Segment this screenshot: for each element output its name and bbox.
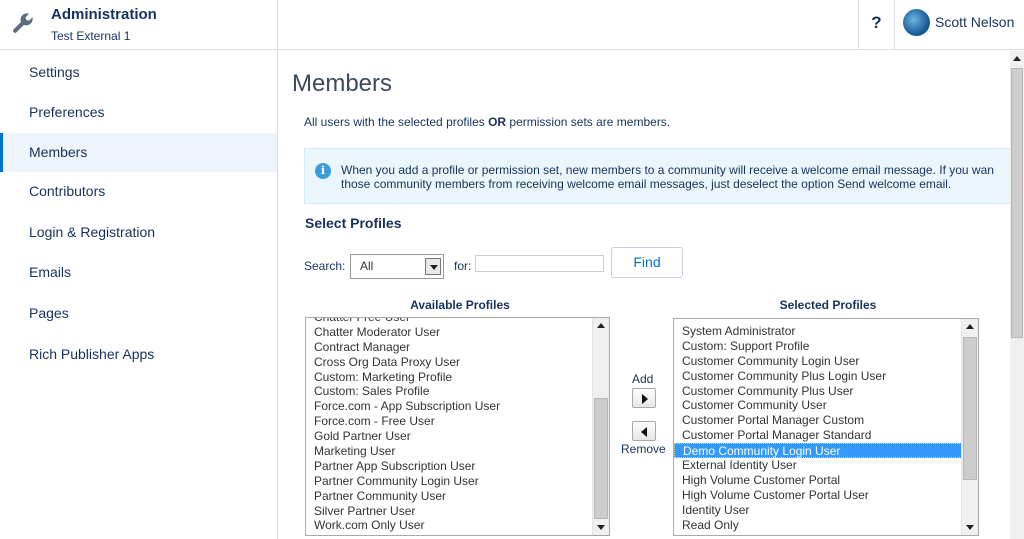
scroll-thumb[interactable] xyxy=(963,337,977,480)
scroll-up-icon[interactable] xyxy=(962,319,978,335)
sidebar-item-login-registration[interactable]: Login & Registration xyxy=(0,213,277,252)
list-item[interactable]: Custom: Support Profile xyxy=(674,339,978,354)
for-label: for: xyxy=(454,259,472,273)
list-item[interactable]: Marketing User xyxy=(306,444,609,459)
desc-text-end: permission sets are members. xyxy=(506,115,671,129)
list-item[interactable]: Force.com - Free User xyxy=(306,414,609,429)
add-label: Add xyxy=(632,372,654,386)
find-button[interactable]: Find xyxy=(611,247,683,278)
sidebar: Settings Preferences Members Contributor… xyxy=(0,51,278,539)
search-filter-value: All xyxy=(360,259,374,273)
available-profiles-list[interactable]: Chatter Free User Chatter Moderator User C… xyxy=(305,317,610,536)
list-item[interactable]: Custom: Sales Profile xyxy=(306,384,609,399)
list-item[interactable]: External Identity User xyxy=(674,458,978,473)
selected-profiles-header: Selected Profiles xyxy=(779,298,877,312)
list-item[interactable]: Contract Manager xyxy=(306,340,609,355)
list-item[interactable]: Chatter Free User xyxy=(306,318,609,325)
main-content: Members All users with the selected prof… xyxy=(279,51,1024,539)
section-title: Select Profiles xyxy=(305,215,402,231)
chevron-down-icon[interactable] xyxy=(425,258,441,275)
add-arrow-button[interactable] xyxy=(632,388,656,408)
app-title: Administration xyxy=(51,6,157,23)
scroll-down-icon[interactable] xyxy=(962,519,978,535)
scroll-up-icon[interactable] xyxy=(593,318,609,334)
avatar xyxy=(903,9,930,36)
list-item[interactable]: Customer Community Plus User xyxy=(674,384,978,399)
list-item[interactable]: Cross Org Data Proxy User xyxy=(306,355,609,370)
members-description: All users with the selected profiles OR … xyxy=(304,115,670,129)
desc-bold: OR xyxy=(488,115,507,129)
page-title: Members xyxy=(292,70,393,97)
list-item[interactable]: Customer Community User xyxy=(674,398,978,413)
list-item[interactable]: Partner Community User xyxy=(306,489,609,504)
user-name: Scott Nelson xyxy=(935,14,1015,30)
list-item[interactable]: System Administrator xyxy=(674,324,978,339)
list-item[interactable]: Work.com Only User xyxy=(306,518,609,533)
help-button[interactable]: ? xyxy=(858,0,895,50)
community-name: Test External 1 xyxy=(51,29,131,43)
list-item[interactable]: High Volume Customer Portal User xyxy=(674,488,978,503)
sidebar-item-members[interactable]: Members xyxy=(0,133,277,172)
scroll-up-icon[interactable] xyxy=(1010,51,1024,65)
info-icon: i xyxy=(315,163,331,179)
info-text-line: When you add a profile or permission set… xyxy=(341,163,994,177)
selected-profiles-list[interactable]: System Administrator Custom: Support Prof… xyxy=(673,318,979,536)
list-item[interactable]: Demo Community Login User xyxy=(674,443,978,458)
remove-arrow-button[interactable] xyxy=(632,421,656,441)
list-item[interactable]: Customer Portal Manager Custom xyxy=(674,413,978,428)
sidebar-item-rich-publisher-apps[interactable]: Rich Publisher Apps xyxy=(0,335,277,374)
page-scrollbar[interactable] xyxy=(1010,51,1024,539)
scroll-thumb[interactable] xyxy=(594,398,608,519)
list-item[interactable]: Read Only xyxy=(674,518,978,533)
sidebar-item-pages[interactable]: Pages xyxy=(0,294,277,333)
search-filter-select[interactable]: All xyxy=(350,254,444,279)
app-header: Administration Test External 1 ? Scott N… xyxy=(0,0,1024,50)
list-item[interactable]: Chatter Moderator User xyxy=(306,325,609,340)
list-item[interactable]: Identity User xyxy=(674,503,978,518)
info-banner: i When you add a profile or permission s… xyxy=(304,148,1024,204)
sidebar-item-preferences[interactable]: Preferences xyxy=(0,93,277,132)
list-item[interactable]: Partner Community Login User xyxy=(306,474,609,489)
list-item[interactable]: Customer Portal Manager Standard xyxy=(674,428,978,443)
sidebar-item-emails[interactable]: Emails xyxy=(0,253,277,292)
wrench-icon xyxy=(13,13,33,33)
list-item[interactable]: Partner App Subscription User xyxy=(306,459,609,474)
list-item[interactable]: High Volume Customer Portal xyxy=(674,473,978,488)
remove-label: Remove xyxy=(621,442,666,456)
info-text: When you add a profile or permission set… xyxy=(341,163,1021,191)
available-profiles-header: Available Profiles xyxy=(410,298,510,312)
list-item[interactable]: Custom: Marketing Profile xyxy=(306,370,609,385)
list-item[interactable]: Silver Partner User xyxy=(306,504,609,519)
info-text-line: those community members from receiving w… xyxy=(341,177,952,191)
list-item[interactable]: Gold Partner User xyxy=(306,429,609,444)
desc-text: All users with the selected profiles xyxy=(304,115,489,129)
scroll-down-icon[interactable] xyxy=(593,519,609,535)
list-item[interactable]: Customer Community Plus Login User xyxy=(674,369,978,384)
scrollbar[interactable] xyxy=(961,319,978,535)
search-label: Search: xyxy=(304,259,346,273)
list-item[interactable]: Customer Community Login User xyxy=(674,354,978,369)
list-item[interactable]: Force.com - App Subscription User xyxy=(306,399,609,414)
app-brand: Administration Test External 1 xyxy=(0,0,278,50)
sidebar-item-contributors[interactable]: Contributors xyxy=(0,172,277,211)
search-input[interactable] xyxy=(475,255,604,272)
sidebar-item-settings[interactable]: Settings xyxy=(0,53,277,92)
scroll-thumb[interactable] xyxy=(1011,68,1023,338)
scrollbar[interactable] xyxy=(592,318,609,535)
